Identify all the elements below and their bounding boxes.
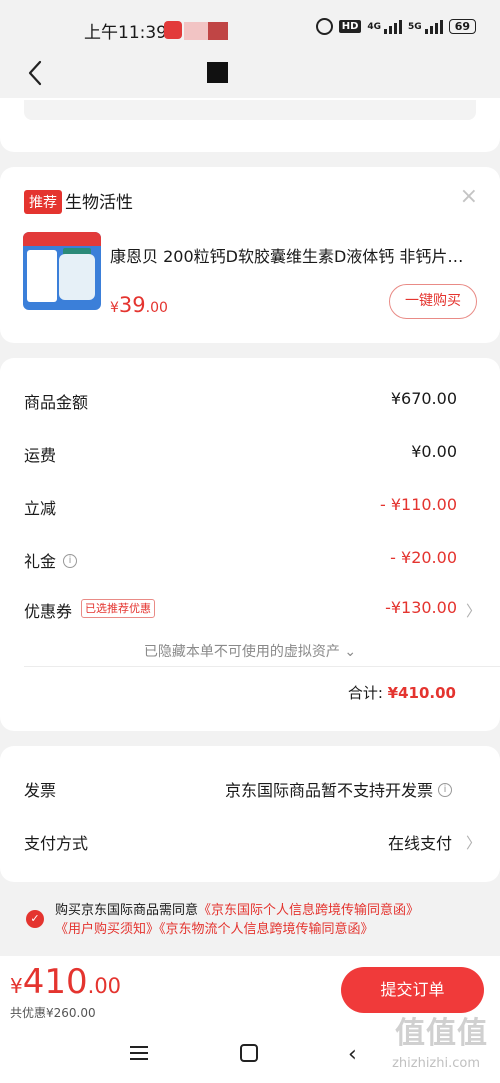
network-label: 4G <box>367 21 382 32</box>
bottom-bar: ¥410.00 共优惠¥260.00 提交订单 值值值 zhizhizhi.co… <box>0 956 500 1083</box>
hd-icon: HD <box>338 20 362 33</box>
row-value: - ¥20.00 <box>390 548 457 567</box>
row-label: 立减 <box>24 499 57 518</box>
invoice-payment-card: 发票 京东国际商品暂不支持开发票 i 支付方式 在线支付 〉 <box>0 746 500 882</box>
info-icon[interactable]: i <box>63 554 78 568</box>
system-nav-bar: ‹ <box>0 1040 500 1070</box>
network-label: 5G <box>408 21 422 32</box>
home-icon[interactable] <box>240 1044 258 1062</box>
notification-icon <box>208 22 228 40</box>
agreement-link[interactable]: 《京东物流个人信息跨境传输同意函》 <box>159 922 374 937</box>
app-notification-icon <box>164 21 182 39</box>
order-total: 合计: ¥410.00 <box>348 682 456 703</box>
signal-icon <box>424 19 443 34</box>
status-bar: 上午11:39 HD 4G 5G 69 <box>0 0 500 50</box>
row-value: ¥0.00 <box>411 442 457 461</box>
invoice-value: 京东国际商品暂不支持开发票 <box>224 781 433 800</box>
back-icon[interactable]: ‹ <box>348 1042 357 1067</box>
divider <box>24 666 500 667</box>
row-value: - ¥110.00 <box>379 495 457 514</box>
row-label-wrap: 礼金 i <box>24 548 78 572</box>
price-decimal: .00 <box>145 300 168 316</box>
redacted-title-block <box>207 62 228 83</box>
total-discount: 共优惠¥260.00 <box>10 1006 96 1020</box>
status-indicators: HD 4G 5G 69 <box>315 18 476 35</box>
row-label: 商品金额 <box>24 393 89 412</box>
summary-row-coupon[interactable]: 优惠券 已选推荐优惠 -¥130.00 <box>24 598 457 622</box>
payment-value: 在线支付 <box>387 834 452 853</box>
alarm-icon <box>315 18 333 35</box>
back-icon[interactable] <box>22 58 52 88</box>
agreement-prefix: 购买京东国际商品需同意 <box>55 903 199 918</box>
price-integer: 39 <box>118 293 146 317</box>
row-value: ¥670.00 <box>390 389 457 408</box>
row-label: 运费 <box>24 446 57 465</box>
product-price: ¥39.00 <box>110 293 168 317</box>
price-symbol: ¥ <box>10 974 23 998</box>
invoice-label: 发票 <box>24 781 57 800</box>
price-decimal: .00 <box>87 974 122 998</box>
submit-order-button[interactable]: 提交订单 <box>341 967 484 1013</box>
payable-price: ¥410.00 <box>10 962 121 1002</box>
invoice-row: 发票 京东国际商品暂不支持开发票 <box>24 777 457 801</box>
product-name[interactable]: 康恩贝 200粒钙D软胶囊维生素D液体钙 非钙片… <box>110 243 476 267</box>
one-click-buy-button[interactable]: 一键购买 <box>389 284 477 319</box>
agreement-link[interactable]: 《用户购买须知》 <box>55 922 159 937</box>
coupon-badge: 已选推荐优惠 <box>81 599 155 618</box>
recommend-tag: 推荐 <box>24 190 62 214</box>
close-icon[interactable]: × <box>460 184 478 209</box>
payment-row[interactable]: 支付方式 在线支付 <box>24 830 457 854</box>
top-card-fragment <box>0 98 500 152</box>
summary-row-discount: 立减 - ¥110.00 <box>24 495 457 519</box>
chevron-right-icon[interactable]: 〉 <box>466 600 481 621</box>
battery-icon: 69 <box>448 19 476 34</box>
total-value: ¥410.00 <box>387 684 456 702</box>
info-icon[interactable]: i <box>438 783 452 797</box>
summary-row-goods: 商品金额 ¥670.00 <box>24 389 457 413</box>
recommendation-card: 推荐 生物活性 × 康恩贝 200粒钙D软胶囊维生素D液体钙 非钙片… ¥39.… <box>0 167 500 343</box>
status-time: 上午11:39 <box>84 23 167 43</box>
summary-row-gift: 礼金 i - ¥20.00 <box>24 548 457 572</box>
payment-label: 支付方式 <box>24 834 89 853</box>
chevron-right-icon[interactable]: 〉 <box>466 832 481 853</box>
agreement-link[interactable]: 《京东国际个人信息跨境传输同意函》 <box>198 903 419 918</box>
agreement-section: ✓ 购买京东国际商品需同意《京东国际个人信息跨境传输同意函》 《用户购买须知》《… <box>0 883 500 943</box>
top-strip <box>24 100 476 120</box>
row-value: -¥130.00 <box>385 598 457 617</box>
row-label: 优惠券 <box>24 602 73 621</box>
price-symbol: ¥ <box>110 300 119 316</box>
menu-icon[interactable] <box>130 1046 148 1060</box>
nav-bar <box>0 50 500 98</box>
price-integer: 410 <box>22 962 88 1002</box>
hidden-assets-toggle[interactable]: 已隐藏本单不可使用的虚拟资产 ⌄ <box>0 641 500 661</box>
agreement-text: 购买京东国际商品需同意《京东国际个人信息跨境传输同意函》 《用户购买须知》《京东… <box>55 901 475 939</box>
product-image[interactable] <box>23 232 101 310</box>
checkbox-checked-icon[interactable]: ✓ <box>26 910 44 928</box>
row-label: 礼金 <box>24 552 57 571</box>
signal-icon <box>384 19 403 34</box>
notification-icon <box>184 22 208 40</box>
recommendation-title: 生物活性 <box>65 193 133 213</box>
order-summary-card: 商品金额 ¥670.00 运费 ¥0.00 立减 - ¥110.00 礼金 i -… <box>0 358 500 731</box>
summary-row-shipping: 运费 ¥0.00 <box>24 442 457 466</box>
total-label: 合计: <box>347 684 388 702</box>
